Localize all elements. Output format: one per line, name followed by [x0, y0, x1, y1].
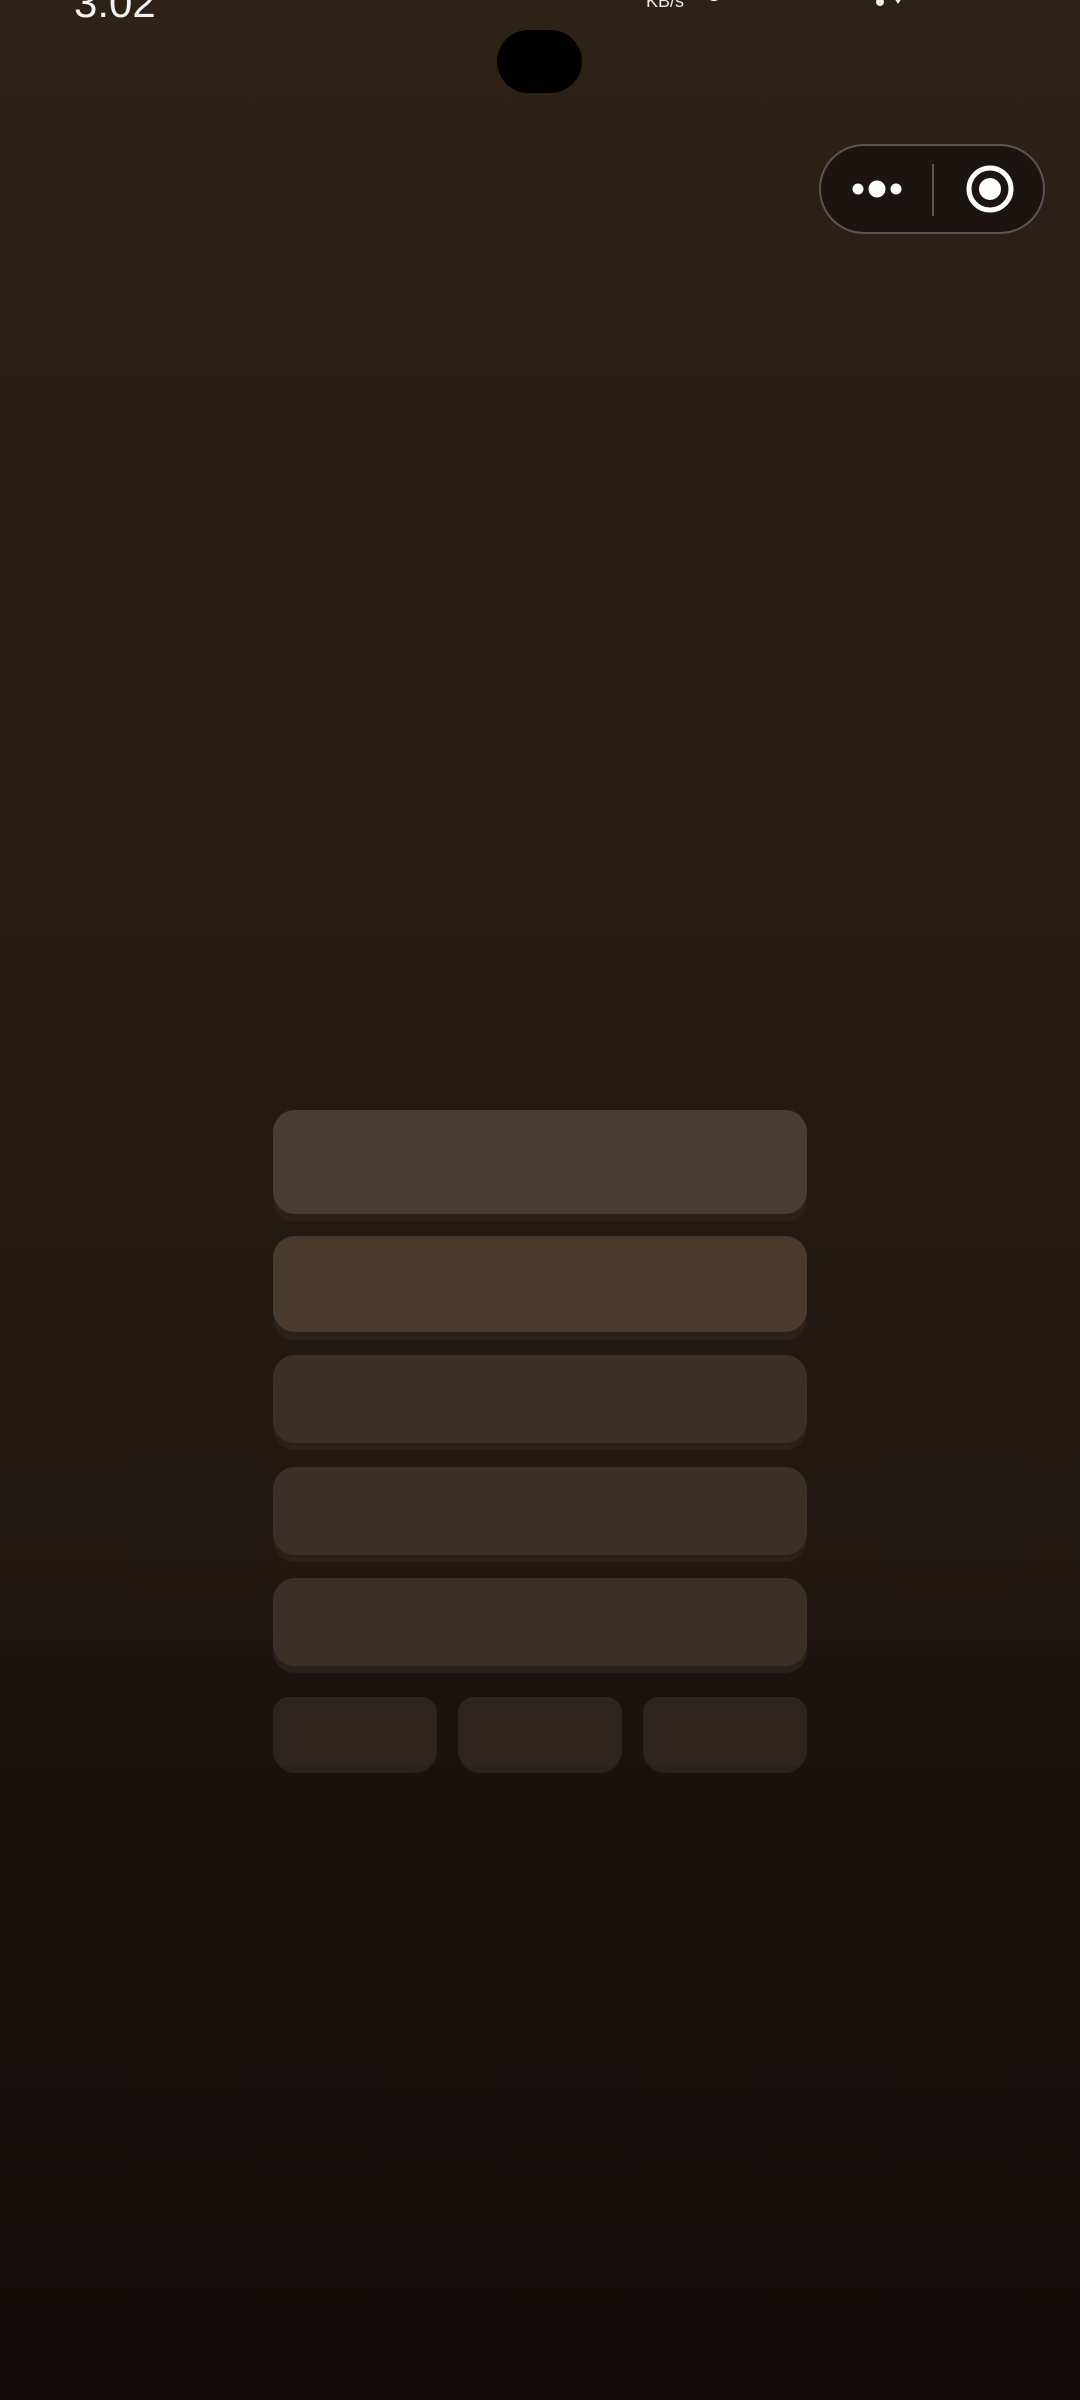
battery-icon	[922, 0, 976, 6]
skeleton-block	[643, 1697, 807, 1767]
skeleton-row	[273, 1110, 807, 1214]
signal-5g-icon	[741, 0, 787, 6]
more-button[interactable]	[821, 146, 933, 232]
mini-program-capsule	[819, 144, 1045, 234]
signal-icon	[804, 0, 850, 6]
skeleton-row	[273, 1578, 807, 1666]
network-speed: KB/s	[646, 0, 685, 11]
status-bar: 3:02 KB/s	[0, 0, 1080, 20]
skeleton-row	[273, 1467, 807, 1555]
target-circle-icon	[966, 165, 1014, 213]
charging-icon	[990, 0, 1008, 6]
skeleton-row	[273, 1355, 807, 1443]
camera-cutout	[497, 30, 582, 93]
capsule-divider	[932, 164, 934, 216]
sim-icon	[710, 0, 718, 2]
wifi-icon	[876, 0, 901, 6]
more-dots-icon	[852, 180, 902, 198]
close-button[interactable]	[935, 146, 1043, 232]
screen: 3:02 KB/s	[0, 0, 1080, 2400]
skeleton-block	[458, 1697, 622, 1767]
status-time: 3:02	[74, 0, 156, 20]
skeleton-row-highlight	[273, 1236, 807, 1332]
skeleton-block	[273, 1697, 437, 1767]
